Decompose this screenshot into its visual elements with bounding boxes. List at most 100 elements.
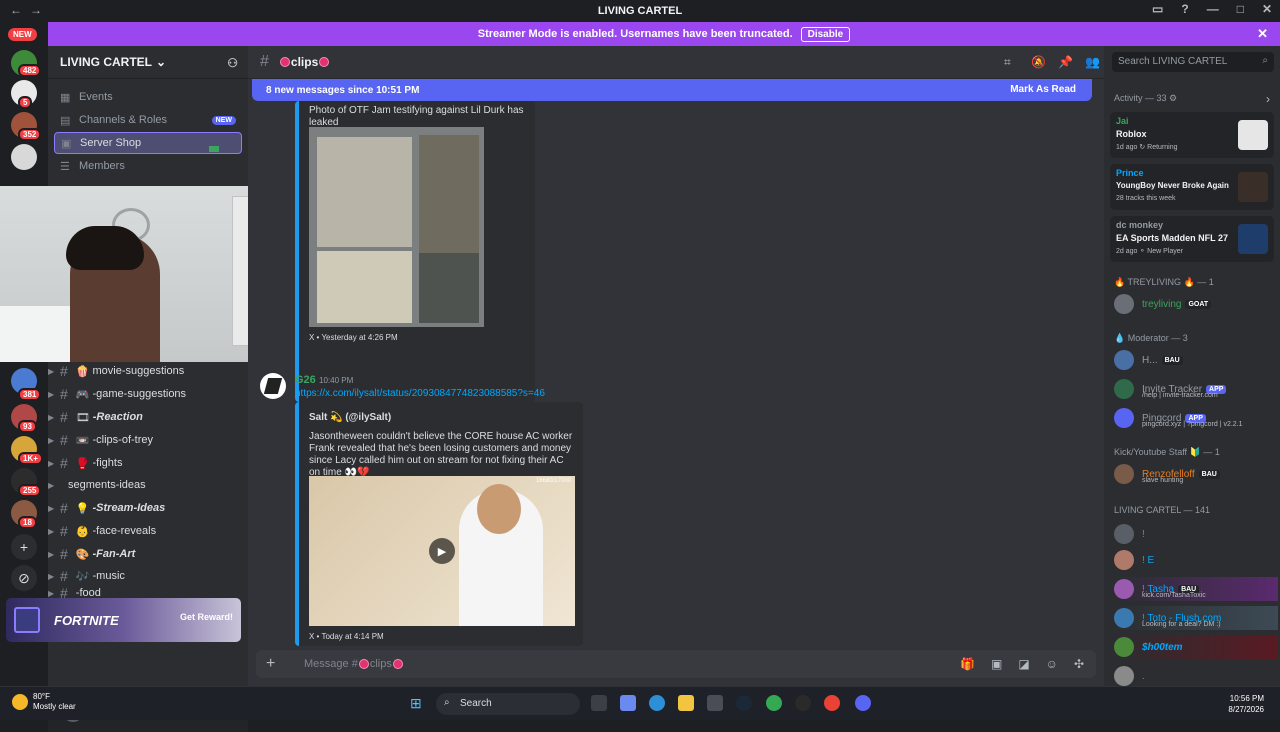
close-window-icon[interactable]: ✕ <box>1262 2 1272 16</box>
steam-icon[interactable] <box>736 695 752 711</box>
channel-label: -game-suggestions <box>92 388 187 400</box>
channel-fan-art[interactable]: ▶ # 🎨 -Fan-Art <box>48 543 248 565</box>
channel-label: -Stream-Ideas <box>92 502 166 514</box>
attach-plus-icon[interactable]: + <box>266 655 290 673</box>
chrome-icon[interactable] <box>824 695 840 711</box>
file-explorer-icon[interactable] <box>678 695 694 711</box>
disable-button[interactable]: Disable <box>800 26 851 42</box>
maximize-icon[interactable]: □ <box>1237 2 1244 16</box>
mark-as-read-button[interactable]: Mark As Read <box>1010 84 1076 95</box>
message-composer[interactable]: + Message # clips 🎁 ▣ ◪ ☺ ✣ <box>256 650 1096 678</box>
nav-events[interactable]: ▦ Events <box>54 86 242 108</box>
add-member-icon[interactable]: ⚇ <box>227 56 238 70</box>
message-link[interactable]: https://x.com/ilysalt/status/20930847748… <box>295 388 545 399</box>
apps-icon[interactable]: ✣ <box>1074 657 1084 671</box>
search-icon: ⌕ <box>1262 55 1268 66</box>
embed-video[interactable]: ▶ 16680/17000 <box>309 476 575 626</box>
gif-icon[interactable]: ▣ <box>991 657 1002 671</box>
get-reward-button[interactable]: Get Reward! <box>180 612 233 622</box>
member-item[interactable]: H... BAU <box>1114 348 1278 372</box>
channel-label: -fights <box>92 457 123 469</box>
channel-clips-of-trey[interactable]: ▶ # 📼 -clips-of-trey <box>48 429 248 451</box>
channel-movie-suggestions[interactable]: ▶ # 🍿 movie-suggestions <box>48 360 248 382</box>
explore-icon[interactable]: ⊘ <box>11 565 37 591</box>
inbox-icon[interactable]: ▭ <box>1152 2 1163 16</box>
member-item[interactable]: treyliving GOAT <box>1114 292 1278 316</box>
channel-segments-ideas[interactable]: ▶ segments-ideas <box>48 474 248 496</box>
clock-date: 8/27/2026 <box>1228 705 1264 714</box>
member-item[interactable]: ! E <box>1114 548 1278 572</box>
message-input[interactable]: Message # clips <box>304 658 404 670</box>
channel-face-reveals[interactable]: ▶ # 👶 -face-reveals <box>48 520 248 542</box>
avatar[interactable] <box>260 373 286 399</box>
help-icon[interactable]: ? <box>1181 2 1188 16</box>
search-input[interactable]: Search LIVING CARTEL ⌕ <box>1112 52 1274 72</box>
hashtag-icon: # <box>60 500 68 516</box>
chevron-right-icon[interactable]: › <box>1266 92 1270 106</box>
embed-author[interactable]: Salt 💫 (@ilySalt) <box>309 412 391 424</box>
mute-icon[interactable]: 🔕 <box>1031 55 1046 69</box>
pin-icon[interactable]: 📌 <box>1058 55 1073 69</box>
channel-music[interactable]: ▶ # 🎶 -music <box>48 565 248 587</box>
emoji-icon[interactable]: ☺ <box>1046 657 1058 671</box>
member-item[interactable]: ! <box>1114 522 1278 546</box>
member-item[interactable]: ! Tasha BAU kick.com/TashaToxic <box>1114 577 1278 601</box>
headphones-shape <box>66 226 144 270</box>
activity-card[interactable]: dc monkey EA Sports Madden NFL 27 2d ago… <box>1110 216 1274 262</box>
close-banner-icon[interactable]: ✕ <box>1257 26 1268 42</box>
chrome-icon[interactable] <box>766 695 782 711</box>
member-item[interactable]: . <box>1114 664 1278 688</box>
chat-area: # clips ⌗ 🔕 📌 👥 8 new messages since 10:… <box>248 46 1104 686</box>
obs-icon[interactable] <box>795 695 811 711</box>
embed-image[interactable] <box>309 127 484 327</box>
hashtag-icon: # <box>60 568 68 584</box>
role-tag: BAU <box>1198 469 1220 479</box>
edge-icon[interactable] <box>649 695 665 711</box>
activity-sub: 28 tracks this week <box>1116 195 1176 202</box>
member-item[interactable]: Pingcord APP pingcord.xyz | ?pingcord | v… <box>1114 406 1278 430</box>
member-item[interactable]: $h00tem <box>1114 635 1278 659</box>
store-icon[interactable] <box>707 695 723 711</box>
channel-food[interactable]: ▶ # -food <box>48 588 248 598</box>
nav-members[interactable]: ☰ Members <box>54 155 242 177</box>
gift-icon[interactable]: 🎁 <box>960 657 975 671</box>
member-name: . <box>1142 670 1145 682</box>
activity-header[interactable]: Activity — 33 ⚙ <box>1114 93 1177 104</box>
minimize-icon[interactable]: — <box>1207 2 1219 16</box>
message-author[interactable]: G26 <box>295 374 316 386</box>
fortnite-promo[interactable]: FORTNITE Get Reward! <box>6 598 241 642</box>
server-header[interactable]: LIVING CARTEL ⌄ ⚇ <box>48 46 248 79</box>
system-clock[interactable]: 10:56 PM 8/27/2026 <box>1228 693 1264 715</box>
nav-server-shop[interactable]: ▣ Server Shop <box>54 132 242 154</box>
member-item[interactable]: ! Toto - Flush.com Looking for a deal? D… <box>1114 606 1278 630</box>
new-messages-bar[interactable]: 8 new messages since 10:51 PM Mark As Re… <box>252 79 1092 101</box>
task-view-icon[interactable] <box>591 695 607 711</box>
member-item[interactable]: Invite Tracker APP /help | invite-tracker… <box>1114 377 1278 401</box>
channel-stream-ideas[interactable]: ▶ # 💡 -Stream-Ideas <box>48 497 248 519</box>
server-icon[interactable] <box>11 144 37 170</box>
role-tag: BAU <box>1161 355 1183 365</box>
taskbar-search[interactable]: ⌕ Search <box>436 693 580 715</box>
channel-game-suggestions[interactable]: ▶ # 🎮 -game-suggestions <box>48 383 248 405</box>
member-name: ! E <box>1142 554 1155 566</box>
channel-reaction[interactable]: ▶ # 🎞 -Reaction <box>48 406 248 428</box>
nav-label: Events <box>79 91 113 103</box>
window-controls[interactable]: ▭ ? — □ ✕ <box>1152 2 1272 16</box>
activity-user: Prince <box>1116 168 1144 178</box>
play-icon[interactable]: ▶ <box>429 538 455 564</box>
channel-fights[interactable]: ▶ # 🥊 -fights <box>48 452 248 474</box>
avatar <box>1114 408 1134 428</box>
activity-card[interactable]: Prince YoungBoy Never Broke Again 28 tra… <box>1110 164 1274 210</box>
nav-arrows[interactable]: ←→ <box>10 3 50 17</box>
copilot-icon[interactable] <box>620 695 636 711</box>
sticker-icon[interactable]: ◪ <box>1018 657 1029 671</box>
discord-icon[interactable] <box>855 695 871 711</box>
add-server-icon[interactable]: + <box>11 534 37 560</box>
member-item[interactable]: Renzofelloff BAU slave hunting <box>1114 462 1278 486</box>
activity-card[interactable]: Jai Roblox 1d ago ↻ Returning <box>1110 112 1274 158</box>
members-toggle-icon[interactable]: 👥 <box>1085 55 1100 69</box>
weather-widget[interactable]: 80°F Mostly clear <box>12 692 76 712</box>
nav-channels-roles[interactable]: ▤ Channels & Roles NEW <box>54 109 242 131</box>
windows-start-icon[interactable]: ⊞ <box>410 695 426 711</box>
threads-icon[interactable]: ⌗ <box>1004 55 1011 70</box>
